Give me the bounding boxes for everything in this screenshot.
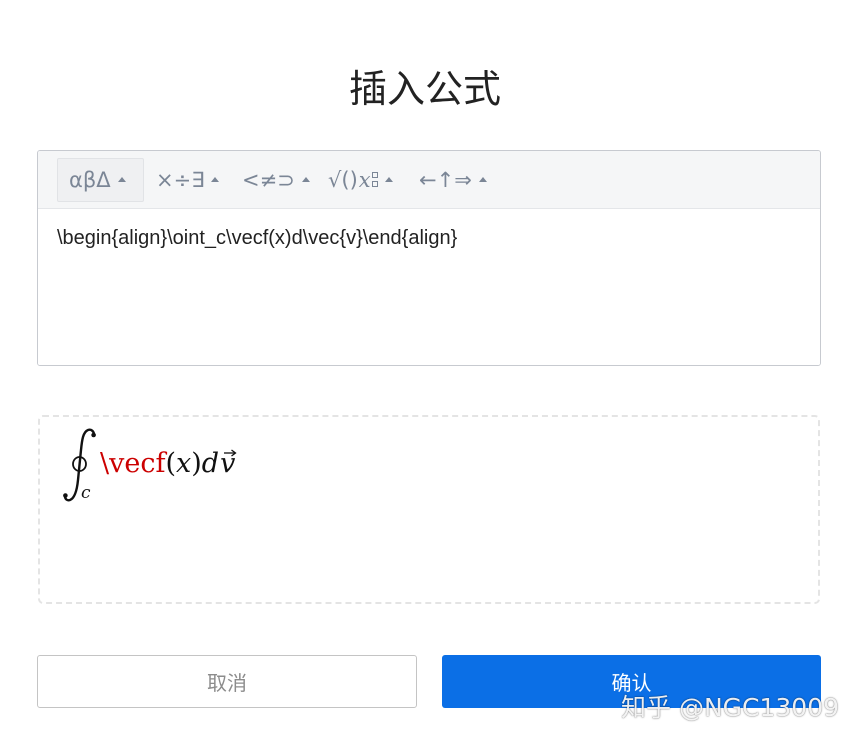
math-structures-label: √() [328,167,358,192]
formula-token-x: x [176,448,192,479]
integral-subscript: c [81,483,91,503]
caret-up-icon [384,177,393,182]
vector-arrow-icon [224,449,237,457]
math-structures-menu[interactable]: √() x [316,158,407,202]
formula-editor: αβΔ ×÷∃ <≠⊃ √() x ←↑⇒ \begin{align}\oint… [37,150,821,366]
relations-label: <≠⊃ [242,167,295,192]
arrows-menu[interactable]: ←↑⇒ [407,158,493,202]
formula-token-close-paren: ) [191,448,202,479]
error-token: \vecf [100,448,166,479]
cancel-button[interactable]: 取消 [37,655,417,708]
vector-variable: v [220,448,237,480]
caret-up-icon [301,177,310,182]
greek-letters-menu[interactable]: αβΔ [57,157,144,202]
arrows-label: ←↑⇒ [419,167,472,192]
symbol-toolbar: αβΔ ×÷∃ <≠⊃ √() x ←↑⇒ [38,151,820,209]
formula-token-open-paren: ( [165,448,176,479]
formula-token-d: d [201,448,220,479]
formula-body: \vecf ( x ) d v [100,448,237,480]
caret-up-icon [117,177,126,182]
subscript-box-icon [371,181,378,187]
script-boxes-icon [371,172,378,187]
relations-menu[interactable]: <≠⊃ [230,158,316,202]
operators-menu[interactable]: ×÷∃ [144,158,230,202]
formula-preview: c \vecf ( x ) d v [38,415,820,604]
math-structures-variable: x [358,167,371,192]
caret-up-icon [211,177,220,182]
latex-input[interactable]: \begin{align}\oint_c\vecf(x)d\vec{v}\end… [38,209,820,365]
dialog-title: 插入公式 [348,67,501,111]
superscript-box-icon [371,172,378,178]
greek-letters-label: αβΔ [69,167,111,192]
contour-integral-icon [63,428,96,502]
caret-up-icon [478,177,487,182]
operators-label: ×÷∃ [156,167,205,192]
watermark: 知乎 @NGC13009 [621,693,840,722]
